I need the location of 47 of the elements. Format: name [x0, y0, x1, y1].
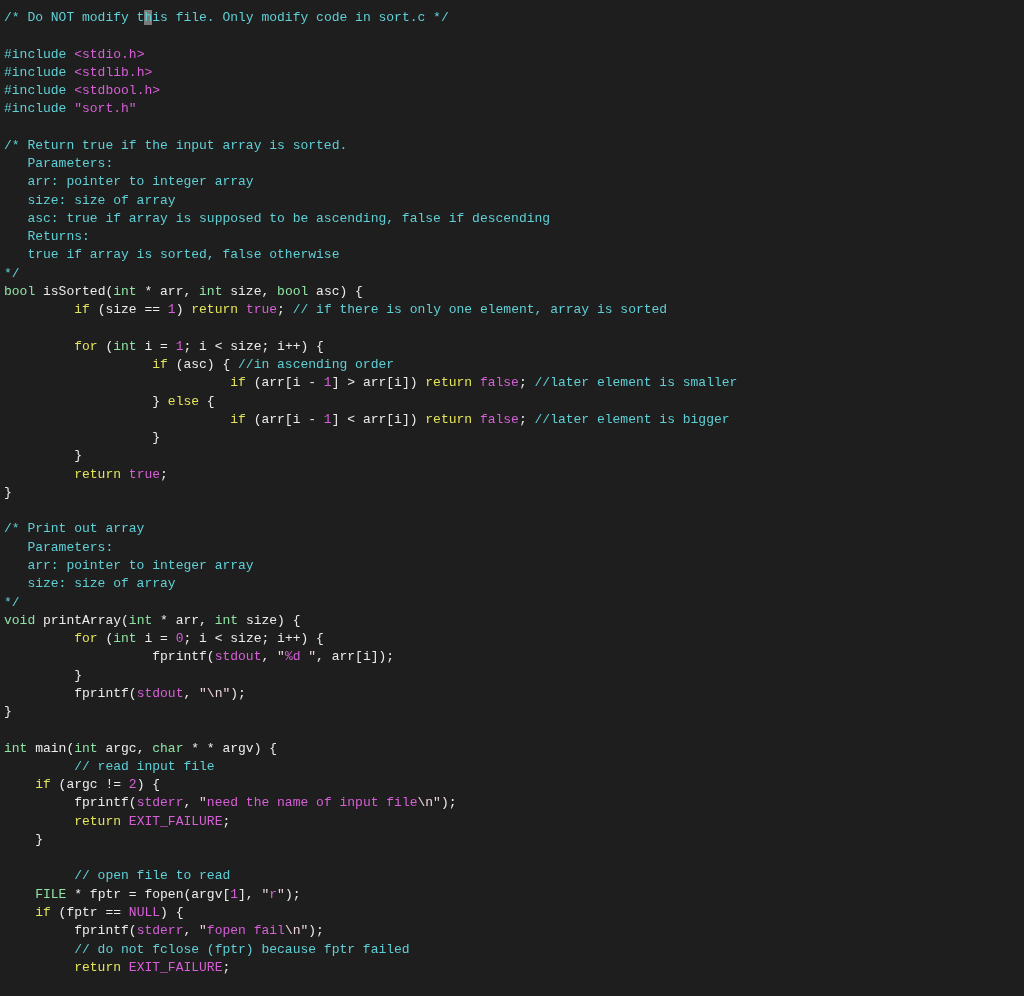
- code-line: Parameters:: [26, 155, 114, 174]
- code-line: return true;: [73, 465, 168, 484]
- code-line: FILE * fptr = fopen(argv[1], "r");: [34, 885, 301, 904]
- code-line: true if array is sorted, false otherwise: [26, 246, 340, 265]
- code-line: for (int i = 0; i < size; i++) {: [73, 630, 324, 649]
- code-line: int main(int argc, char * * argv) {: [4, 739, 278, 758]
- code-line: if (argc != 2) {: [34, 776, 161, 795]
- code-line: // read input file: [73, 757, 215, 776]
- code-line: Parameters:: [26, 538, 114, 557]
- code-line: }: [4, 483, 12, 502]
- code-line: fprintf(stdout, "\n");: [73, 684, 246, 703]
- code-line: }: [151, 429, 161, 448]
- code-line: if (fptr == NULL) {: [34, 904, 184, 922]
- code-line: }: [34, 830, 43, 849]
- code-line: asc: true if array is supposed to be ascending, false if descending: [26, 209, 551, 228]
- code-line: return EXIT_FAILURE;: [73, 812, 231, 831]
- code-line: if (arr[i - 1] > arr[i]) return false; //later element is smaller: [229, 374, 738, 393]
- code-line: // do not fclose (fptr) because fptr failed: [73, 940, 410, 959]
- code-line: size: size of array: [26, 191, 176, 210]
- code-line: }: [73, 447, 82, 466]
- code-line: } else {: [151, 392, 215, 411]
- code-line: #include <stdlib.h>: [4, 63, 153, 82]
- code-line: }: [73, 666, 82, 685]
- code-line: */: [4, 264, 20, 283]
- code-line: /* Return true if the input array is sorted.: [4, 136, 348, 155]
- code-line: arr: pointer to integer array: [26, 173, 254, 192]
- code-line: return EXIT_FAILURE;: [73, 958, 231, 977]
- code-line: /* Print out array: [4, 520, 145, 539]
- code-line: fprintf(stderr, "need the name of input file\n");: [73, 794, 457, 813]
- code-line: */: [4, 593, 20, 612]
- code-line: void printArray(int * arr, int size) {: [4, 611, 301, 630]
- code-line: #include <stdio.h>: [4, 45, 145, 64]
- code-line: // open file to read: [73, 867, 231, 886]
- code-line: /* Do NOT modify this file. Only modify code in sort.c */: [4, 9, 449, 27]
- code-line: arr: pointer to integer array: [26, 556, 254, 575]
- code-line: if (arr[i - 1] < arr[i]) return false; //later element is bigger: [229, 410, 730, 429]
- code-line: for (int i = 1; i < size; i++) {: [73, 337, 324, 356]
- code-line: fprintf(stdout, "%d ", arr[i]);: [151, 648, 395, 667]
- code-line: if (size == 1) return true; // if there is only one element, array is sorted: [73, 301, 668, 320]
- code-line: }: [4, 703, 12, 722]
- code-line: size: size of array: [26, 575, 176, 594]
- code-line: #include <stdbool.h>: [4, 82, 161, 101]
- code-line: Returns:: [26, 228, 90, 247]
- code-line: #include "sort.h": [4, 100, 137, 119]
- code-line: bool isSorted(int * arr, int size, bool asc) {: [4, 283, 363, 301]
- code-line: fprintf(stderr, "fopen fail\n");: [73, 922, 324, 941]
- code-line: if (asc) { //in ascending order: [151, 356, 395, 375]
